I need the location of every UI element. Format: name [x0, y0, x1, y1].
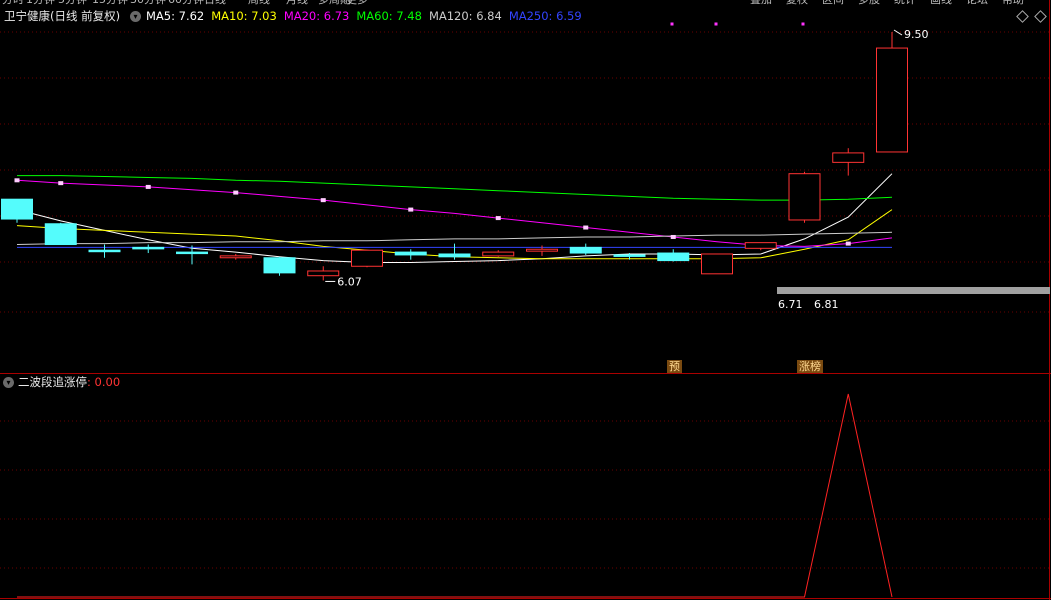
ma20-marker-7	[320, 198, 326, 203]
signal-marker-0	[670, 22, 674, 26]
ma-line-ma20	[16, 179, 893, 247]
indicator-title: 二波段追涨停: 0.00	[18, 374, 120, 390]
indicator-dropdown-icon[interactable]: ▾	[3, 377, 14, 388]
ma20-marker-5	[233, 190, 239, 195]
indicator-name: 二波段追涨停	[18, 375, 87, 389]
candle-body-3	[132, 246, 165, 250]
price-label-2: 6.81	[814, 298, 839, 311]
price-label-1: 6.71	[778, 298, 803, 311]
candle-body-0	[1, 198, 33, 220]
ma20-marker-1	[58, 181, 64, 186]
price-level-bar	[777, 287, 1050, 294]
candle-body-1	[44, 223, 77, 246]
candle-body-10	[438, 253, 471, 258]
ma20-marker-13	[583, 225, 589, 230]
candle-body-16	[701, 253, 733, 275]
candle-body-7	[307, 270, 340, 277]
candle-body-20	[876, 47, 908, 153]
ma20-marker-19	[845, 241, 851, 246]
ma20-marker-0	[14, 178, 20, 183]
tag-yu: 预	[667, 360, 682, 373]
candle-body-15	[657, 252, 690, 262]
ma20-marker-11	[495, 216, 501, 221]
indicator-value: : 0.00	[87, 375, 121, 389]
candle-body-2	[88, 249, 121, 253]
candle-body-17	[744, 242, 777, 249]
candle-body-13	[569, 246, 602, 254]
ma20-marker-9	[408, 207, 414, 212]
tag-zhangbang: 涨榜	[797, 360, 823, 373]
signal-marker-2	[801, 22, 805, 26]
ma20-marker-15	[670, 234, 676, 239]
high-price-label: 9.50	[904, 28, 929, 41]
price-chart[interactable]: 9.50 6.07 6.71 6.81	[0, 0, 1051, 600]
indicator-line	[17, 393, 893, 598]
candle-body-18	[788, 173, 821, 221]
candle-body-14	[613, 254, 646, 257]
candle-body-11	[482, 251, 515, 257]
candle-body-19	[832, 152, 865, 163]
candle-body-5	[219, 255, 252, 259]
candle-body-9	[394, 251, 427, 256]
chart-window: 分时1分钟5分钟15分钟30分钟60分钟日线周线月线多周期更多叠加复权区间多股统…	[0, 0, 1051, 600]
candle-body-4	[176, 251, 208, 255]
low-price-label: 6.07	[337, 275, 362, 288]
candle-body-6	[263, 257, 296, 274]
signal-marker-1	[714, 22, 718, 26]
ma20-marker-3	[145, 184, 151, 189]
candle-body-8	[351, 249, 383, 267]
candle-body-12	[526, 248, 558, 252]
